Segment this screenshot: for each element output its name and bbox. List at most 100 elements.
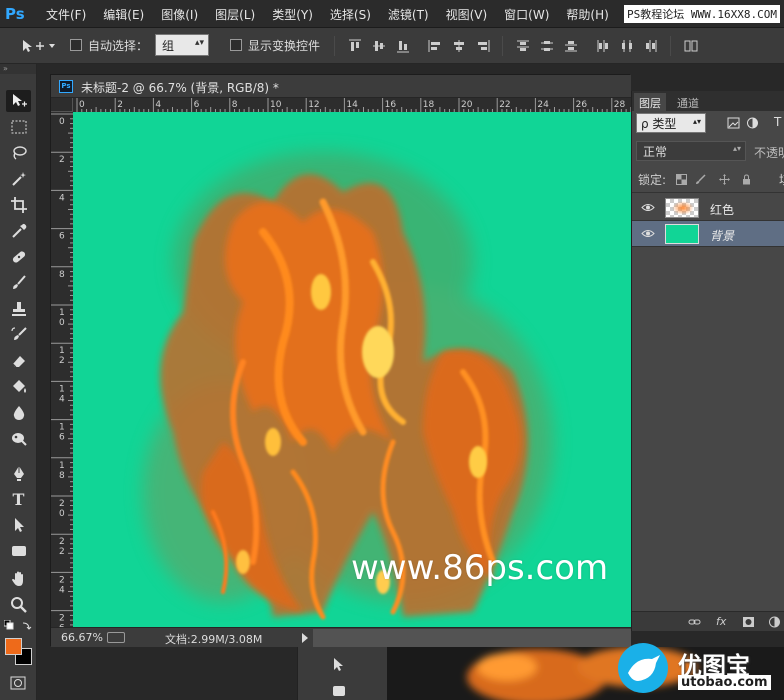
menu-edit[interactable]: 编辑(E) [103, 6, 144, 23]
menu-window[interactable]: 窗口(W) [504, 6, 549, 23]
image-canvas[interactable]: www.86ps.com [73, 112, 631, 627]
document-tab[interactable]: Ps 未标题-2 @ 66.7% (背景, RGB/8) * [51, 75, 631, 98]
menu-select[interactable]: 选择(S) [330, 6, 371, 23]
lasso-tool[interactable] [6, 142, 31, 164]
menu-layer[interactable]: 图层(L) [215, 6, 255, 23]
pen-tool[interactable] [6, 462, 31, 484]
align-left-icon[interactable] [428, 39, 442, 53]
menu-type[interactable]: 类型(Y) [272, 6, 313, 23]
menu-view[interactable]: 视图(V) [446, 6, 488, 23]
move-tool[interactable] [6, 90, 31, 112]
ruler-label: 28 [614, 100, 626, 110]
ruler-label: 4 [59, 193, 65, 203]
tools-panel-collapse[interactable]: » [0, 64, 36, 74]
distribute-hcenter-icon[interactable] [620, 39, 634, 53]
path-selection-tool[interactable] [6, 514, 31, 536]
layer-thumbnail [665, 224, 699, 244]
zoom-level[interactable]: 66.67% [61, 631, 103, 644]
mask-icon[interactable] [742, 616, 755, 628]
magic-wand-tool[interactable] [6, 168, 31, 190]
zoom-preview-icon[interactable] [107, 632, 125, 643]
layer-row-selected[interactable]: 背景 [632, 221, 784, 247]
auto-select-dropdown[interactable]: 组 ▴▾ [155, 34, 209, 56]
lock-all-icon[interactable] [741, 174, 752, 185]
dodge-tool[interactable] [6, 428, 31, 450]
menu-image[interactable]: 图像(I) [161, 6, 198, 23]
ruler-label: 4 [59, 585, 65, 595]
brush-tool[interactable] [6, 272, 31, 294]
ruler-label: 1 [59, 423, 65, 433]
distribute-right-icon[interactable] [644, 39, 658, 53]
layers-panel-footer: fx [632, 611, 784, 631]
align-hcenter-icon[interactable] [452, 39, 466, 53]
eyedropper-tool[interactable] [6, 220, 31, 242]
site-watermark: 优图宝 utobao.com [598, 632, 784, 700]
filter-pixel-icon[interactable] [727, 117, 740, 129]
fill-label: 填 [779, 171, 784, 188]
vertical-ruler[interactable]: 02468101214161820222426 [51, 112, 73, 627]
lock-transparent-icon[interactable] [676, 174, 687, 185]
quick-mask-icon[interactable] [10, 676, 26, 690]
history-brush-tool[interactable] [6, 324, 31, 346]
paint-bucket-tool[interactable] [6, 376, 31, 398]
swap-colors-icon[interactable] [22, 620, 32, 630]
distribute-vcenter-icon[interactable] [540, 39, 554, 53]
arrow-cursor-icon [334, 658, 343, 671]
eraser-tool[interactable] [6, 350, 31, 372]
auto-select-checkbox[interactable] [70, 39, 82, 51]
healing-brush-tool[interactable] [6, 246, 31, 268]
status-menu-arrow-icon[interactable] [302, 633, 308, 643]
distribute-bottom-icon[interactable] [564, 39, 578, 53]
zoom-tool[interactable] [6, 594, 31, 616]
document-window: Ps 未标题-2 @ 66.7% (背景, RGB/8) * 0 2 4 6 8 10 12… [50, 74, 631, 647]
hand-tool[interactable] [6, 568, 31, 590]
marquee-tool[interactable] [6, 116, 31, 138]
align-right-icon[interactable] [476, 39, 490, 53]
shape-tool[interactable] [6, 540, 31, 562]
canvas-watermark: www.86ps.com [351, 548, 609, 588]
visibility-eye-icon[interactable] [641, 203, 655, 212]
separator [670, 36, 671, 56]
layer-name[interactable]: 红色 [710, 201, 734, 218]
ruler-label: 8 [59, 270, 65, 280]
document-title: 未标题-2 @ 66.7% (背景, RGB/8) * [81, 81, 279, 95]
distribute-left-icon[interactable] [596, 39, 610, 53]
layer-filter-dropdown[interactable]: ρ 类型 ▴▾ [636, 113, 706, 133]
align-vcenter-icon[interactable] [372, 39, 386, 53]
layer-thumbnail-content [672, 201, 694, 215]
link-icon[interactable] [688, 616, 701, 628]
align-bottom-icon[interactable] [396, 39, 410, 53]
layer-name[interactable]: 背景 [710, 227, 734, 244]
ruler-label: 1 [59, 308, 65, 318]
menu-file[interactable]: 文件(F) [46, 6, 86, 23]
ruler-label: 22 [499, 100, 510, 110]
blur-tool[interactable] [6, 402, 31, 424]
tab-layers[interactable]: 图层 [634, 93, 666, 111]
blend-mode-dropdown[interactable]: 正常 ▴▾ [636, 141, 746, 161]
tab-channels[interactable]: 通道 [672, 93, 704, 111]
lock-position-icon[interactable] [719, 174, 730, 185]
horizontal-scrollbar[interactable] [313, 629, 631, 647]
ruler-origin[interactable] [51, 98, 73, 112]
show-transform-checkbox[interactable] [230, 39, 242, 51]
fx-icon[interactable]: fx [716, 615, 729, 628]
filter-adjustment-icon[interactable] [746, 117, 759, 129]
menu-help[interactable]: 帮助(H) [566, 6, 608, 23]
adjustment-icon[interactable] [768, 616, 781, 628]
lock-paint-icon[interactable] [695, 174, 706, 185]
filter-type-icon[interactable]: T [774, 115, 781, 129]
horizontal-ruler[interactable]: 0 2 4 6 8 10 12 14 16 18 20 22 24 26 28 [73, 98, 631, 112]
menu-filter[interactable]: 滤镜(T) [388, 6, 429, 23]
foreground-color-swatch[interactable] [5, 638, 22, 655]
layer-row[interactable]: 红色 [632, 195, 784, 221]
clone-stamp-tool[interactable] [6, 298, 31, 320]
default-colors-icon[interactable] [4, 620, 14, 630]
type-tool[interactable]: T [6, 488, 31, 510]
distribute-top-icon[interactable] [516, 39, 530, 53]
move-tool-preset-icon[interactable] [20, 37, 56, 55]
align-top-icon[interactable] [348, 39, 362, 53]
crop-tool[interactable] [6, 194, 31, 216]
dropdown-arrows-icon: ▴▾ [732, 144, 741, 153]
visibility-eye-icon[interactable] [641, 229, 655, 238]
auto-align-icon[interactable] [684, 39, 698, 53]
